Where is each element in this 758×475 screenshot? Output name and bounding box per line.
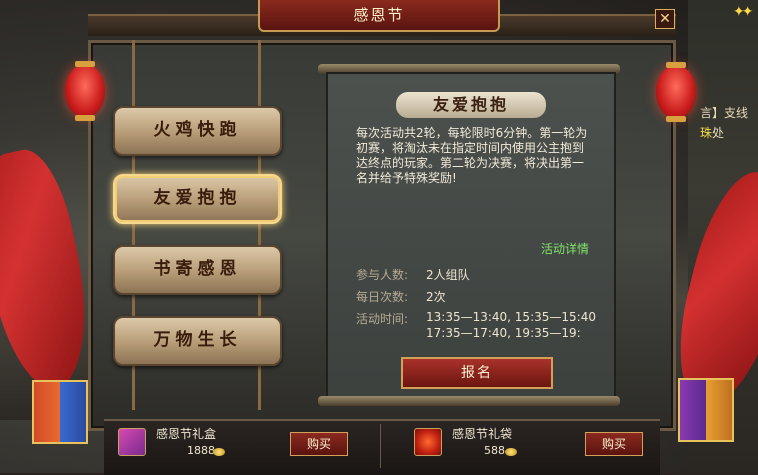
activity-scroll (326, 72, 616, 402)
close-button[interactable]: ✕ (655, 9, 675, 29)
gift-box-icon (118, 428, 146, 456)
scroll-rod-bottom (318, 396, 620, 406)
activity-detail-link[interactable]: 活动详情 (541, 240, 589, 257)
menu-item-friendly-hug[interactable]: 友爱抱抱 (113, 174, 282, 224)
sparkle-icon: ✦✦ (733, 4, 754, 20)
shop-item-name: 感恩节礼盒 (156, 427, 217, 441)
participants-row: 参与人数: 2人组队 (356, 268, 470, 282)
activity-description: 每次活动共2轮，每轮限时6分钟。第一轮为初赛，将淘汰未在指定时间内使用公主抱到达… (356, 126, 588, 185)
coin-icon (213, 448, 225, 456)
signup-button[interactable]: 报名 (401, 357, 553, 389)
shop-item-price: 1888 (187, 444, 215, 457)
buy-gift-bag-button[interactable]: 购买 (585, 432, 643, 456)
activity-title: 友爱抱抱 (396, 92, 546, 118)
window-title: 感恩节 (353, 6, 405, 24)
activity-time-row: 活动时间: 13:35—13:40, 15:35—15:40 (356, 310, 596, 326)
lantern-icon (656, 62, 696, 122)
shop-item-name: 感恩节礼袋 (452, 427, 513, 441)
gift-bag-icon (414, 428, 442, 456)
menu-item-turkey-run[interactable]: 火鸡快跑 (113, 106, 282, 156)
coin-icon (505, 448, 517, 456)
menu-item-letter-thanks[interactable]: 书寄感恩 (113, 245, 282, 295)
daily-count-row: 每日次数: 2次 (356, 290, 446, 304)
gift-box-icon (32, 380, 88, 444)
buy-gift-box-button[interactable]: 购买 (290, 432, 348, 456)
close-icon: ✕ (659, 11, 671, 27)
menu-item-growth[interactable]: 万物生长 (113, 316, 282, 366)
quest-text-line2: 珠处 (700, 126, 725, 140)
shop-item-price: 588 (484, 444, 505, 457)
quest-text-line1: 言】支线 (700, 106, 749, 120)
gift-box-icon (678, 378, 734, 442)
lantern-icon (65, 61, 105, 121)
shop-divider (380, 424, 381, 468)
